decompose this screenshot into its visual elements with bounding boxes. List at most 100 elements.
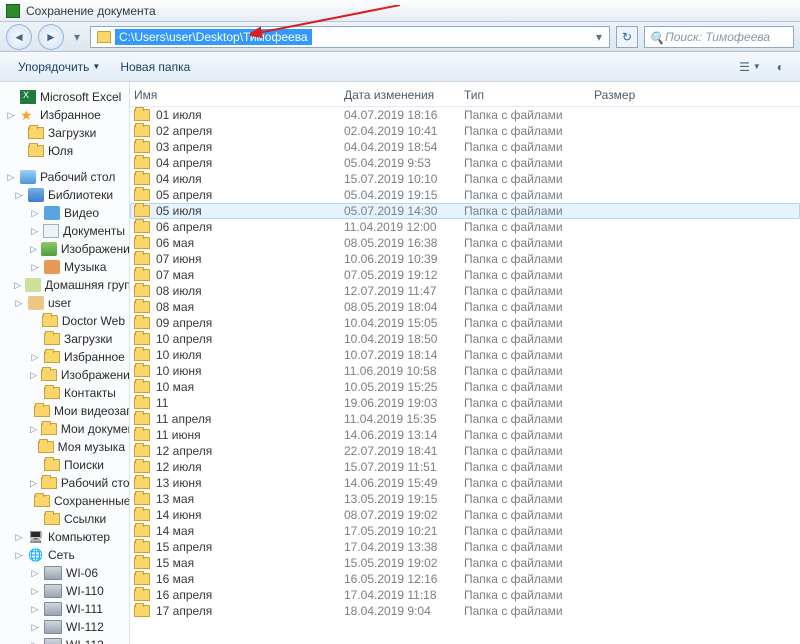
col-name[interactable]: Имя [134, 88, 344, 102]
sidebar-item[interactable]: Мои видеозапи [2, 402, 127, 420]
sidebar-item[interactable]: ▷Рабочий стол [2, 474, 127, 492]
file-row[interactable]: 17 апреля18.04.2019 9:04Папка с файлами [130, 603, 800, 619]
file-row[interactable]: 05 апреля05.04.2019 19:15Папка с файлами [130, 187, 800, 203]
file-row[interactable]: 06 мая08.05.2019 16:38Папка с файлами [130, 235, 800, 251]
tree-expand-icon[interactable]: ▷ [14, 550, 24, 561]
sidebar-item[interactable]: ▷Видео [2, 204, 127, 222]
sidebar-item[interactable]: Юля [2, 142, 127, 160]
sidebar-item[interactable]: ▷Домашняя группа [2, 276, 127, 294]
file-row[interactable]: 15 апреля17.04.2019 13:38Папка с файлами [130, 539, 800, 555]
sidebar-item[interactable]: Сохраненные и [2, 492, 127, 510]
tree-expand-icon[interactable]: ▷ [30, 478, 37, 489]
address-dropdown-icon[interactable]: ▾ [591, 30, 607, 44]
file-row[interactable]: 02 апреля02.04.2019 10:41Папка с файлами [130, 123, 800, 139]
sidebar-item[interactable]: Моя музыка [2, 438, 127, 456]
help-button[interactable]: ◐ [771, 58, 790, 76]
col-date[interactable]: Дата изменения [344, 88, 464, 102]
col-size[interactable]: Размер [594, 88, 664, 102]
tree-expand-icon[interactable]: ▷ [30, 622, 40, 633]
view-options-button[interactable]: ☰▼ [733, 58, 767, 76]
sidebar-item[interactable]: ▷Изображения [2, 366, 127, 384]
tree-expand-icon[interactable]: ▷ [30, 226, 39, 237]
tree-expand-icon[interactable]: ▷ [30, 640, 40, 644]
file-row[interactable]: 14 июня08.07.2019 19:02Папка с файлами [130, 507, 800, 523]
file-row[interactable]: 10 июня11.06.2019 10:58Папка с файлами [130, 363, 800, 379]
tree-expand-icon[interactable]: ▷ [30, 370, 37, 381]
file-row[interactable]: 08 июля12.07.2019 11:47Папка с файлами [130, 283, 800, 299]
sidebar-item[interactable]: ▷Библиотеки [2, 186, 127, 204]
file-row[interactable]: 11 июня14.06.2019 13:14Папка с файлами [130, 427, 800, 443]
file-type: Папка с файлами [464, 460, 594, 474]
sidebar-item[interactable]: ▷WI-111 [2, 600, 127, 618]
refresh-button[interactable]: ↻ [616, 26, 638, 48]
tree-expand-icon[interactable]: ▷ [30, 568, 40, 579]
sidebar-item[interactable]: Загрузки [2, 330, 127, 348]
file-row[interactable]: 16 мая16.05.2019 12:16Папка с файлами [130, 571, 800, 587]
tree-expand-icon[interactable]: ▷ [30, 352, 40, 363]
file-row[interactable]: 03 апреля04.04.2019 18:54Папка с файлами [130, 139, 800, 155]
col-type[interactable]: Тип [464, 88, 594, 102]
sidebar-item[interactable]: ▷Музыка [2, 258, 127, 276]
tree-expand-icon[interactable]: ▷ [14, 190, 24, 201]
sidebar-item[interactable]: ▷WI-112 [2, 618, 127, 636]
sidebar-item[interactable]: Поиски [2, 456, 127, 474]
file-row[interactable]: 14 мая17.05.2019 10:21Папка с файлами [130, 523, 800, 539]
file-row[interactable]: 16 апреля17.04.2019 11:18Папка с файлами [130, 587, 800, 603]
tree-expand-icon[interactable]: ▷ [30, 262, 40, 273]
tree-expand-icon[interactable]: ▷ [30, 604, 40, 615]
file-row[interactable]: 13 июня14.06.2019 15:49Папка с файлами [130, 475, 800, 491]
sidebar-item[interactable]: Microsoft Excel [2, 88, 127, 106]
tree-expand-icon[interactable]: ▷ [30, 208, 40, 219]
file-row[interactable]: 05 июля05.07.2019 14:30Папка с файлами [130, 203, 800, 219]
sidebar-item[interactable]: ▷user [2, 294, 127, 312]
sidebar-item[interactable]: ▷Избранное [2, 348, 127, 366]
file-row[interactable]: 12 апреля22.07.2019 18:41Папка с файлами [130, 443, 800, 459]
sidebar-item[interactable]: ▷WI-110 [2, 582, 127, 600]
tree-expand-icon[interactable]: ▷ [14, 298, 24, 309]
tree-expand-icon[interactable]: ▷ [14, 280, 21, 291]
sidebar-item[interactable]: Контакты [2, 384, 127, 402]
file-row[interactable]: 01 июля04.07.2019 18:16Папка с файлами [130, 107, 800, 123]
sidebar-item[interactable]: ▷🌐Сеть [2, 546, 127, 564]
sidebar-item[interactable]: ▷Изображения [2, 240, 127, 258]
sidebar-item[interactable]: ▷Рабочий стол [2, 168, 127, 186]
file-row[interactable]: 12 июля15.07.2019 11:51Папка с файлами [130, 459, 800, 475]
column-headers[interactable]: Имя Дата изменения Тип Размер [130, 82, 800, 107]
sidebar-item[interactable]: Ссылки [2, 510, 127, 528]
sidebar-item[interactable]: ▷🖥Компьютер [2, 528, 127, 546]
new-folder-button[interactable]: Новая папка [112, 56, 198, 78]
nav-forward-button[interactable]: ► [38, 24, 64, 50]
file-row[interactable]: 07 мая07.05.2019 19:12Папка с файлами [130, 267, 800, 283]
file-row[interactable]: 04 апреля05.04.2019 9:53Папка с файлами [130, 155, 800, 171]
file-row[interactable]: 13 мая13.05.2019 19:15Папка с файлами [130, 491, 800, 507]
file-row[interactable]: 11 апреля11.04.2019 15:35Папка с файлами [130, 411, 800, 427]
tree-expand-icon[interactable]: ▷ [6, 172, 16, 183]
file-row[interactable]: 10 апреля10.04.2019 18:50Папка с файлами [130, 331, 800, 347]
organize-button[interactable]: Упорядочить▼ [10, 56, 108, 78]
tree-expand-icon[interactable]: ▷ [30, 424, 37, 435]
tree-expand-icon[interactable]: ▷ [30, 586, 40, 597]
nav-history-button[interactable]: ▾ [70, 26, 84, 48]
sidebar-item[interactable]: Загрузки [2, 124, 127, 142]
sidebar-item[interactable]: ▷WI-113 [2, 636, 127, 644]
file-row[interactable]: 09 апреля10.04.2019 15:05Папка с файлами [130, 315, 800, 331]
nav-back-button[interactable]: ◄ [6, 24, 32, 50]
file-row[interactable]: 06 апреля11.04.2019 12:00Папка с файлами [130, 219, 800, 235]
file-row[interactable]: 04 июля15.07.2019 10:10Папка с файлами [130, 171, 800, 187]
sidebar-item[interactable]: ▷WI-06 [2, 564, 127, 582]
tree-expand-icon[interactable]: ▷ [6, 110, 16, 121]
address-input[interactable]: C:\Users\user\Desktop\Тимофеева ▾ [90, 26, 610, 48]
file-row[interactable]: 10 июля10.07.2019 18:14Папка с файлами [130, 347, 800, 363]
sidebar-item[interactable]: ▷★Избранное [2, 106, 127, 124]
search-input[interactable]: 🔍 Поиск: Тимофеева [644, 26, 794, 48]
file-row[interactable]: 07 июня10.06.2019 10:39Папка с файлами [130, 251, 800, 267]
tree-expand-icon[interactable]: ▷ [14, 532, 24, 543]
tree-expand-icon[interactable]: ▷ [30, 244, 37, 255]
sidebar-item[interactable]: Doctor Web [2, 312, 127, 330]
sidebar-item[interactable]: ▷Мои документы [2, 420, 127, 438]
file-row[interactable]: 1119.06.2019 19:03Папка с файлами [130, 395, 800, 411]
file-row[interactable]: 15 мая15.05.2019 19:02Папка с файлами [130, 555, 800, 571]
file-row[interactable]: 08 мая08.05.2019 18:04Папка с файлами [130, 299, 800, 315]
sidebar-item[interactable]: ▷Документы [2, 222, 127, 240]
file-row[interactable]: 10 мая10.05.2019 15:25Папка с файлами [130, 379, 800, 395]
